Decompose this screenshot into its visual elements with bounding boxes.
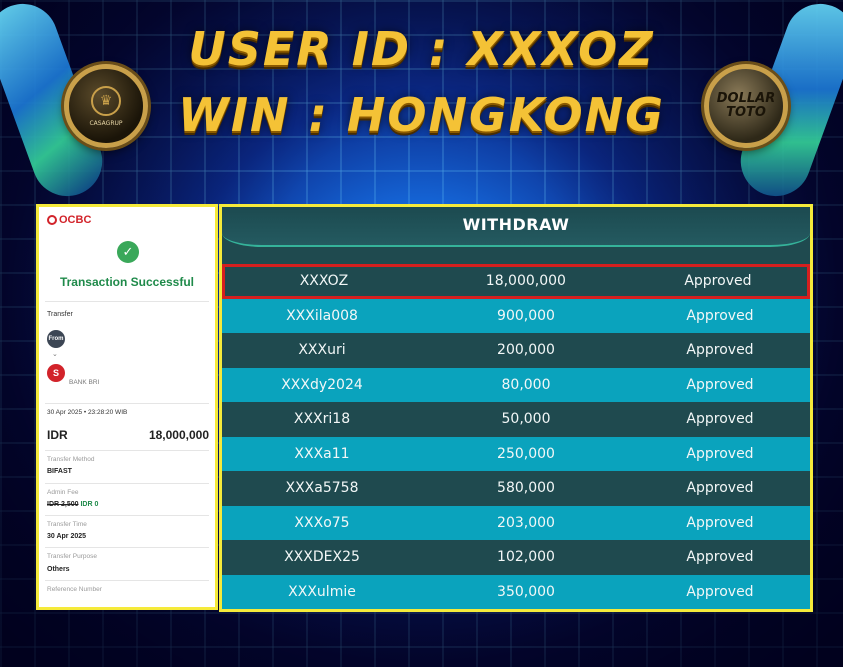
recipient-bank: BANK BRI: [69, 379, 100, 386]
row-amount: 80,000: [501, 376, 551, 393]
fee-old: IDR 2,500: [47, 501, 79, 508]
table-row: XXXa11 250,000 Approved: [222, 436, 810, 471]
bank-logo: OCBC: [47, 214, 91, 226]
user-id-headline: USER ID : XXXOZ: [188, 22, 655, 76]
table-row: XXXdy2024 80,000 Approved: [222, 367, 810, 402]
row-amount: 350,000: [497, 583, 555, 600]
reference-label: Reference Number: [47, 586, 102, 593]
purpose-label: Transfer Purpose: [47, 553, 97, 560]
withdraw-title: WITHDRAW: [462, 215, 570, 234]
withdraw-rows: XXXOZ 18,000,000 Approved XXXila008 900,…: [222, 264, 810, 609]
currency-label: IDR: [47, 428, 68, 442]
row-user: XXXila008: [286, 307, 358, 324]
transaction-datetime: 30 Apr 2025 • 23:28:20 WIB: [47, 409, 128, 416]
row-amount: 900,000: [497, 307, 555, 324]
row-user: XXXa5758: [285, 480, 359, 497]
withdraw-header: WITHDRAW: [222, 207, 810, 247]
row-user: XXXdy2024: [281, 376, 363, 393]
row-status: Approved: [686, 445, 754, 462]
method-label: Transfer Method: [47, 456, 95, 463]
table-row: XXXila008 900,000 Approved: [222, 298, 810, 333]
divider: [45, 515, 209, 516]
purpose-value: Others: [47, 566, 70, 573]
fee-values: IDR 2,500 IDR 0: [47, 501, 98, 508]
row-amount: 580,000: [497, 480, 555, 497]
from-badge: From: [47, 330, 65, 348]
row-amount: 200,000: [497, 342, 555, 359]
logo-right-line2: TOTO: [726, 105, 766, 120]
row-amount: 250,000: [497, 445, 555, 462]
row-status: Approved: [686, 342, 754, 359]
checkmark-icon: ✓: [117, 241, 139, 263]
transaction-status: Transaction Successful: [59, 275, 195, 289]
bank-name: OCBC: [59, 214, 92, 226]
table-row: XXXulmie 350,000 Approved: [222, 574, 810, 609]
table-row: XXXOZ 18,000,000 Approved: [222, 264, 810, 299]
row-status: Approved: [686, 411, 754, 428]
time-value: 30 Apr 2025: [47, 533, 87, 540]
crown-icon: ♛: [91, 85, 121, 116]
row-amount: 102,000: [497, 549, 555, 566]
row-status: Approved: [684, 273, 752, 290]
row-status: Approved: [686, 307, 754, 324]
transfer-amount: 18,000,000: [148, 428, 209, 442]
casagrup-logo: ♛ CASAGRUP: [64, 64, 148, 148]
table-row: XXXDEX25 102,000 Approved: [222, 540, 810, 575]
row-user: XXXa11: [294, 445, 350, 462]
table-row: XXXo75 203,000 Approved: [222, 505, 810, 540]
bank-mark-icon: [47, 215, 57, 225]
divider: [45, 450, 209, 451]
row-amount: 203,000: [497, 514, 555, 531]
dollartoto-logo: DOLLAR TOTO: [704, 64, 788, 148]
time-label: Transfer Time: [47, 521, 87, 528]
fee-new: IDR 0: [80, 501, 99, 508]
divider: [45, 547, 209, 548]
row-status: Approved: [686, 376, 754, 393]
logo-left-text: CASAGRUP: [89, 119, 123, 127]
row-user: XXXDEX25: [284, 549, 360, 566]
withdraw-table: WITHDRAW XXXOZ 18,000,000 Approved XXXil…: [219, 204, 813, 612]
row-status: Approved: [686, 514, 754, 531]
method-value: BIFAST: [47, 468, 72, 475]
row-amount: 18,000,000: [485, 273, 566, 290]
row-status: Approved: [686, 549, 754, 566]
table-row: XXXuri 200,000 Approved: [222, 333, 810, 368]
table-row: XXXri18 50,000 Approved: [222, 402, 810, 437]
chevron-down-icon: ⌄: [52, 351, 58, 358]
divider: [45, 580, 209, 581]
row-status: Approved: [686, 583, 754, 600]
fee-label: Admin Fee: [47, 489, 79, 496]
divider: [45, 403, 209, 404]
transfer-section-label: Transfer: [47, 311, 73, 318]
transfer-receipt: OCBC ✓ Transaction Successful Transfer F…: [36, 204, 218, 610]
recipient-avatar: S: [47, 364, 65, 382]
row-user: XXXo75: [294, 514, 350, 531]
row-user: XXXuri: [298, 342, 346, 359]
row-amount: 50,000: [501, 411, 551, 428]
logo-right-line1: DOLLAR: [716, 91, 776, 106]
table-row: XXXa5758 580,000 Approved: [222, 471, 810, 506]
divider: [45, 483, 209, 484]
row-user: XXXulmie: [288, 583, 356, 600]
row-status: Approved: [686, 480, 754, 497]
row-user: XXXOZ: [299, 273, 349, 290]
divider: [45, 301, 209, 302]
row-user: XXXri18: [293, 411, 351, 428]
